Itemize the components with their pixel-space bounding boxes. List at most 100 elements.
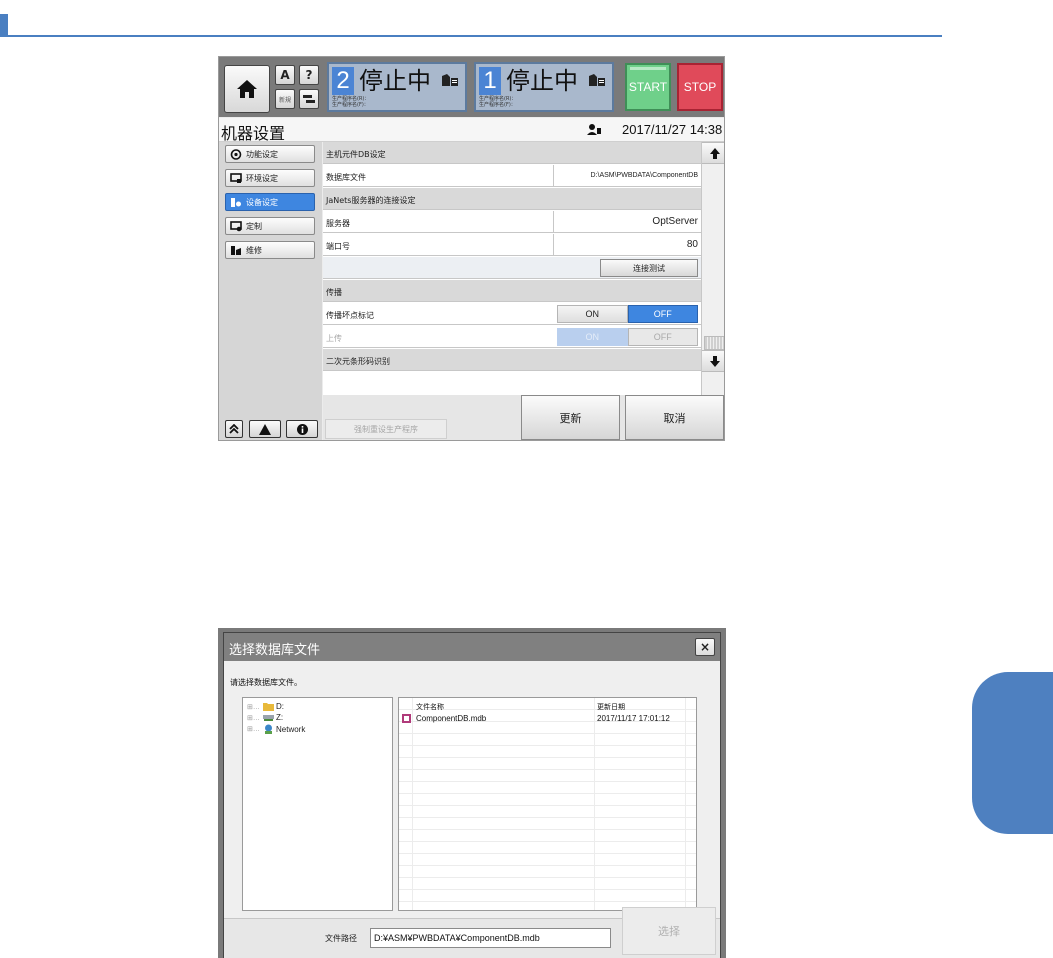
lane-number: 2 [332, 67, 354, 95]
server-row[interactable]: 服务器 OptServer [323, 211, 701, 233]
home-button[interactable] [224, 65, 270, 113]
sidebar-item-maintenance[interactable]: 维修 [225, 241, 315, 259]
collapse-button[interactable] [225, 420, 243, 438]
conveyor-icon [303, 95, 315, 103]
user-icon[interactable] [587, 124, 601, 135]
select-db-file-dialog: 选择数据库文件 × 请选择数据库文件。 ⊞… D: ⊞… Z: ⊞… Netwo… [223, 632, 721, 958]
machine-settings-screen: A ? 新規 2 停止中 生产程序名(R)： 生产程序名(F)： 1 停止中 生… [218, 56, 725, 441]
settings-sidebar: 功能设定 环境设定 设备设定 定制 维修 [219, 142, 322, 440]
arrow-down-icon [709, 355, 720, 367]
info-button[interactable] [286, 420, 318, 438]
double-chevron-up-icon [229, 424, 239, 434]
current-datetime: 2017/11/27 14:38 [622, 122, 723, 137]
chapter-side-tab [972, 672, 1053, 834]
connection-test-row: 连接测试 [323, 257, 701, 279]
dialog-footer: 文件路径 D:¥ASM¥PWBDATA¥ComponentDB.mdb 选择 [224, 907, 720, 958]
upload-toggle: ON OFF [557, 328, 698, 346]
environment-settings-icon [230, 172, 242, 183]
conveyor-button[interactable] [299, 89, 319, 109]
dialog-prompt: 请选择数据库文件。 [230, 678, 302, 687]
lane-program-names: 生产程序名(R)： 生产程序名(F)： [332, 96, 370, 108]
server-label: 服务器 [326, 219, 350, 228]
home-icon [237, 80, 257, 98]
scroll-thumb[interactable] [704, 336, 724, 350]
port-value[interactable]: 80 [553, 234, 701, 256]
section-broadcast: 传播 [323, 280, 701, 302]
update-button[interactable]: 更新 [521, 395, 620, 440]
file-list: 文件名称 更新日期 ComponentDB.mdb 2017/11/17 17:… [398, 697, 697, 911]
force-reset-program-button: 强制重设生产程序 [325, 419, 447, 439]
database-file-icon [402, 714, 411, 723]
help-icon: ? [305, 68, 313, 82]
db-file-row[interactable]: 数据库文件 D:\ASM\PWBDATA\ComponentDB [323, 165, 701, 187]
port-label: 端口号 [326, 242, 350, 251]
dialog-title: 选择数据库文件 [229, 643, 321, 658]
sidebar-item-environment-settings[interactable]: 环境设定 [225, 169, 315, 187]
network-icon [265, 724, 272, 734]
file-name-cell[interactable]: ComponentDB.mdb [416, 714, 486, 723]
new-button[interactable]: 新規 [275, 89, 295, 109]
lane-1-status-panel[interactable]: 1 停止中 生产程序名(R)： 生产程序名(F)： [474, 62, 614, 112]
upload-on-button: ON [557, 328, 628, 346]
customize-icon [230, 220, 242, 231]
tree-item-d-drive[interactable]: ⊞… D: [247, 702, 284, 711]
start-button[interactable]: START [625, 63, 671, 111]
lane-2-status-panel[interactable]: 2 停止中 生产程序名(R)： 生产程序名(F)： [327, 62, 467, 112]
file-date-cell: 2017/11/17 17:01:12 [597, 714, 670, 723]
file-path-label: 文件路径 [325, 934, 357, 943]
expand-icon[interactable]: ⊞… [247, 714, 261, 722]
page-header-rule [0, 35, 942, 37]
bad-mark-label: 传播坏点标记 [326, 311, 374, 320]
section-2d-barcode: 二次元条形码识别 [323, 349, 701, 371]
server-value[interactable]: OptServer [553, 211, 701, 233]
bad-mark-toggle: ON OFF [557, 305, 698, 323]
lane-program-names: 生产程序名(R)： 生产程序名(F)： [479, 96, 517, 108]
file-list-grid [399, 698, 696, 910]
bad-mark-on-button[interactable]: ON [557, 305, 628, 323]
db-file-label: 数据库文件 [326, 173, 366, 182]
scroll-up-button[interactable] [702, 142, 724, 164]
maintenance-icon [231, 245, 241, 255]
board-loader-icon [589, 74, 605, 86]
page-title: 机器设置 [221, 124, 286, 143]
expand-icon[interactable]: ⊞… [247, 703, 261, 711]
tree-item-network[interactable]: ⊞… Network [247, 724, 305, 734]
column-header-update-date[interactable]: 更新日期 [597, 702, 625, 712]
section-janets-server: JaNets服务器的连接设定 [323, 188, 701, 210]
select-db-file-screen: 选择数据库文件 × 请选择数据库文件。 ⊞… D: ⊞… Z: ⊞… Netwo… [218, 628, 726, 958]
warning-button[interactable] [249, 420, 281, 438]
lock-a-button[interactable]: A [275, 65, 295, 85]
action-bar: 强制重设生产程序 更新 取消 [323, 395, 724, 440]
column-header-file-name[interactable]: 文件名称 [416, 702, 444, 712]
file-path-input[interactable]: D:¥ASM¥PWBDATA¥ComponentDB.mdb [370, 928, 611, 948]
title-bar: 机器设置 2017/11/27 14:38 [219, 118, 724, 143]
folder-icon [263, 703, 274, 711]
sidebar-item-device-settings[interactable]: 设备设定 [225, 193, 315, 211]
content-scrollbar[interactable] [701, 142, 724, 395]
lane-number: 1 [479, 67, 501, 95]
section-host-component-db: 主机元件DB设定 [323, 142, 701, 164]
connection-test-button[interactable]: 连接测试 [600, 259, 698, 277]
settings-content: 主机元件DB设定 数据库文件 D:\ASM\PWBDATA\ComponentD… [323, 142, 701, 395]
top-header: A ? 新規 2 停止中 生产程序名(R)： 生产程序名(F)： 1 停止中 生… [219, 57, 724, 117]
tree-item-z-drive[interactable]: ⊞… Z: [247, 713, 283, 722]
db-file-value[interactable]: D:\ASM\PWBDATA\ComponentDB [553, 165, 701, 187]
help-button[interactable]: ? [299, 65, 319, 85]
lane-status: 停止中 [506, 67, 578, 95]
upload-off-button: OFF [627, 328, 698, 346]
select-button: 选择 [622, 907, 716, 955]
dialog-title-bar: 选择数据库文件 × [224, 633, 720, 661]
upload-label: 上传 [326, 334, 342, 343]
scroll-down-button[interactable] [702, 350, 724, 372]
expand-icon[interactable]: ⊞… [247, 725, 261, 733]
sidebar-item-function-settings[interactable]: 功能设定 [225, 145, 315, 163]
cancel-button[interactable]: 取消 [625, 395, 724, 440]
bad-mark-off-button[interactable]: OFF [627, 305, 698, 323]
stop-button[interactable]: STOP [677, 63, 723, 111]
sidebar-item-customize[interactable]: 定制 [225, 217, 315, 235]
device-settings-icon [231, 197, 241, 207]
port-row[interactable]: 端口号 80 [323, 234, 701, 256]
function-settings-icon [230, 148, 242, 160]
page-header-marker [0, 14, 8, 36]
close-button[interactable]: × [695, 638, 715, 656]
